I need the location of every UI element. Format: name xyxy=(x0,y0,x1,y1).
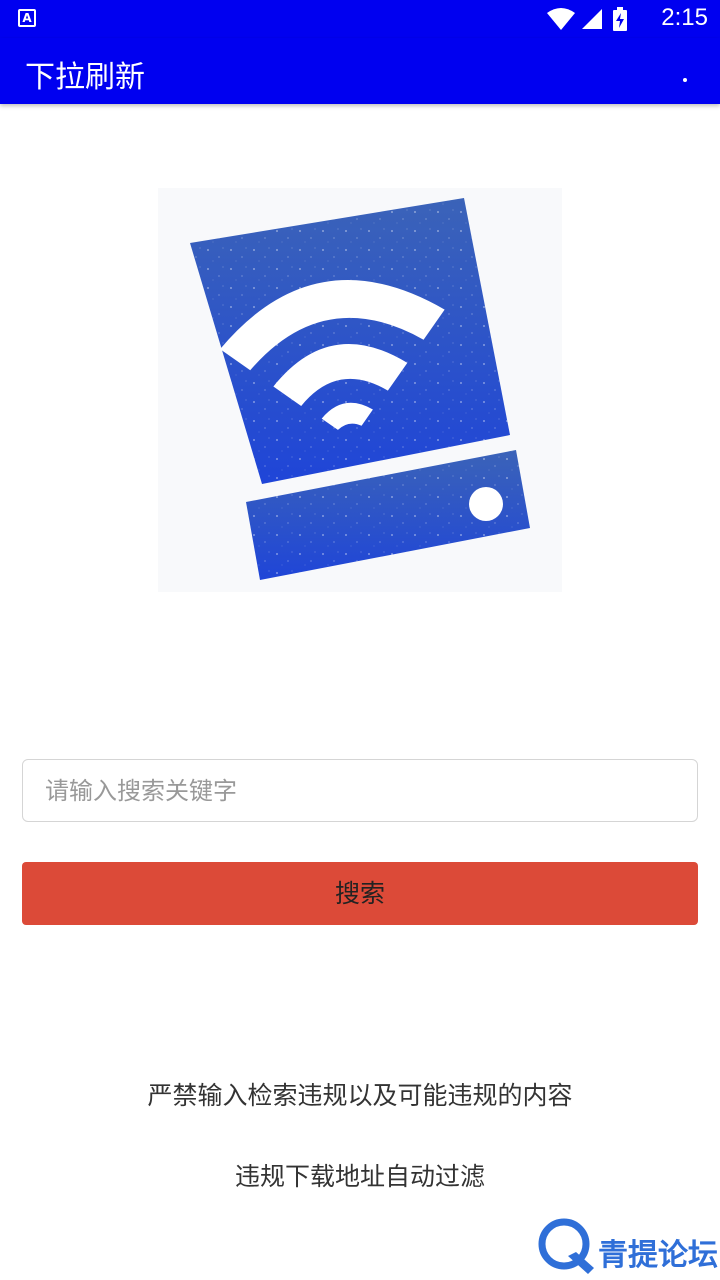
watermark-q-icon xyxy=(538,1218,594,1274)
wifi-icon xyxy=(547,8,575,30)
a-notification-icon: A xyxy=(18,9,36,27)
status-time: 2:15 xyxy=(661,4,708,31)
notice-text: 严禁输入检索违规以及可能违规的内容 xyxy=(147,1081,573,1110)
app-bar: 下拉刷新 xyxy=(0,38,720,104)
search-input[interactable] xyxy=(22,759,698,822)
watermark: 青提论坛 xyxy=(534,1214,720,1280)
search-button[interactable]: 搜索 xyxy=(22,862,698,925)
wifi-drive-logo xyxy=(190,198,530,580)
battery-charging-icon xyxy=(613,7,627,31)
app-logo xyxy=(158,188,562,592)
signal-icon xyxy=(582,9,602,29)
overflow-menu-icon[interactable] xyxy=(680,58,690,84)
status-bar: A 2:15 xyxy=(0,0,720,38)
watermark-text: 青提论坛 xyxy=(598,1238,718,1273)
notice-text: 违规下载地址自动过滤 xyxy=(234,1162,485,1191)
app-title: 下拉刷新 xyxy=(25,60,145,95)
